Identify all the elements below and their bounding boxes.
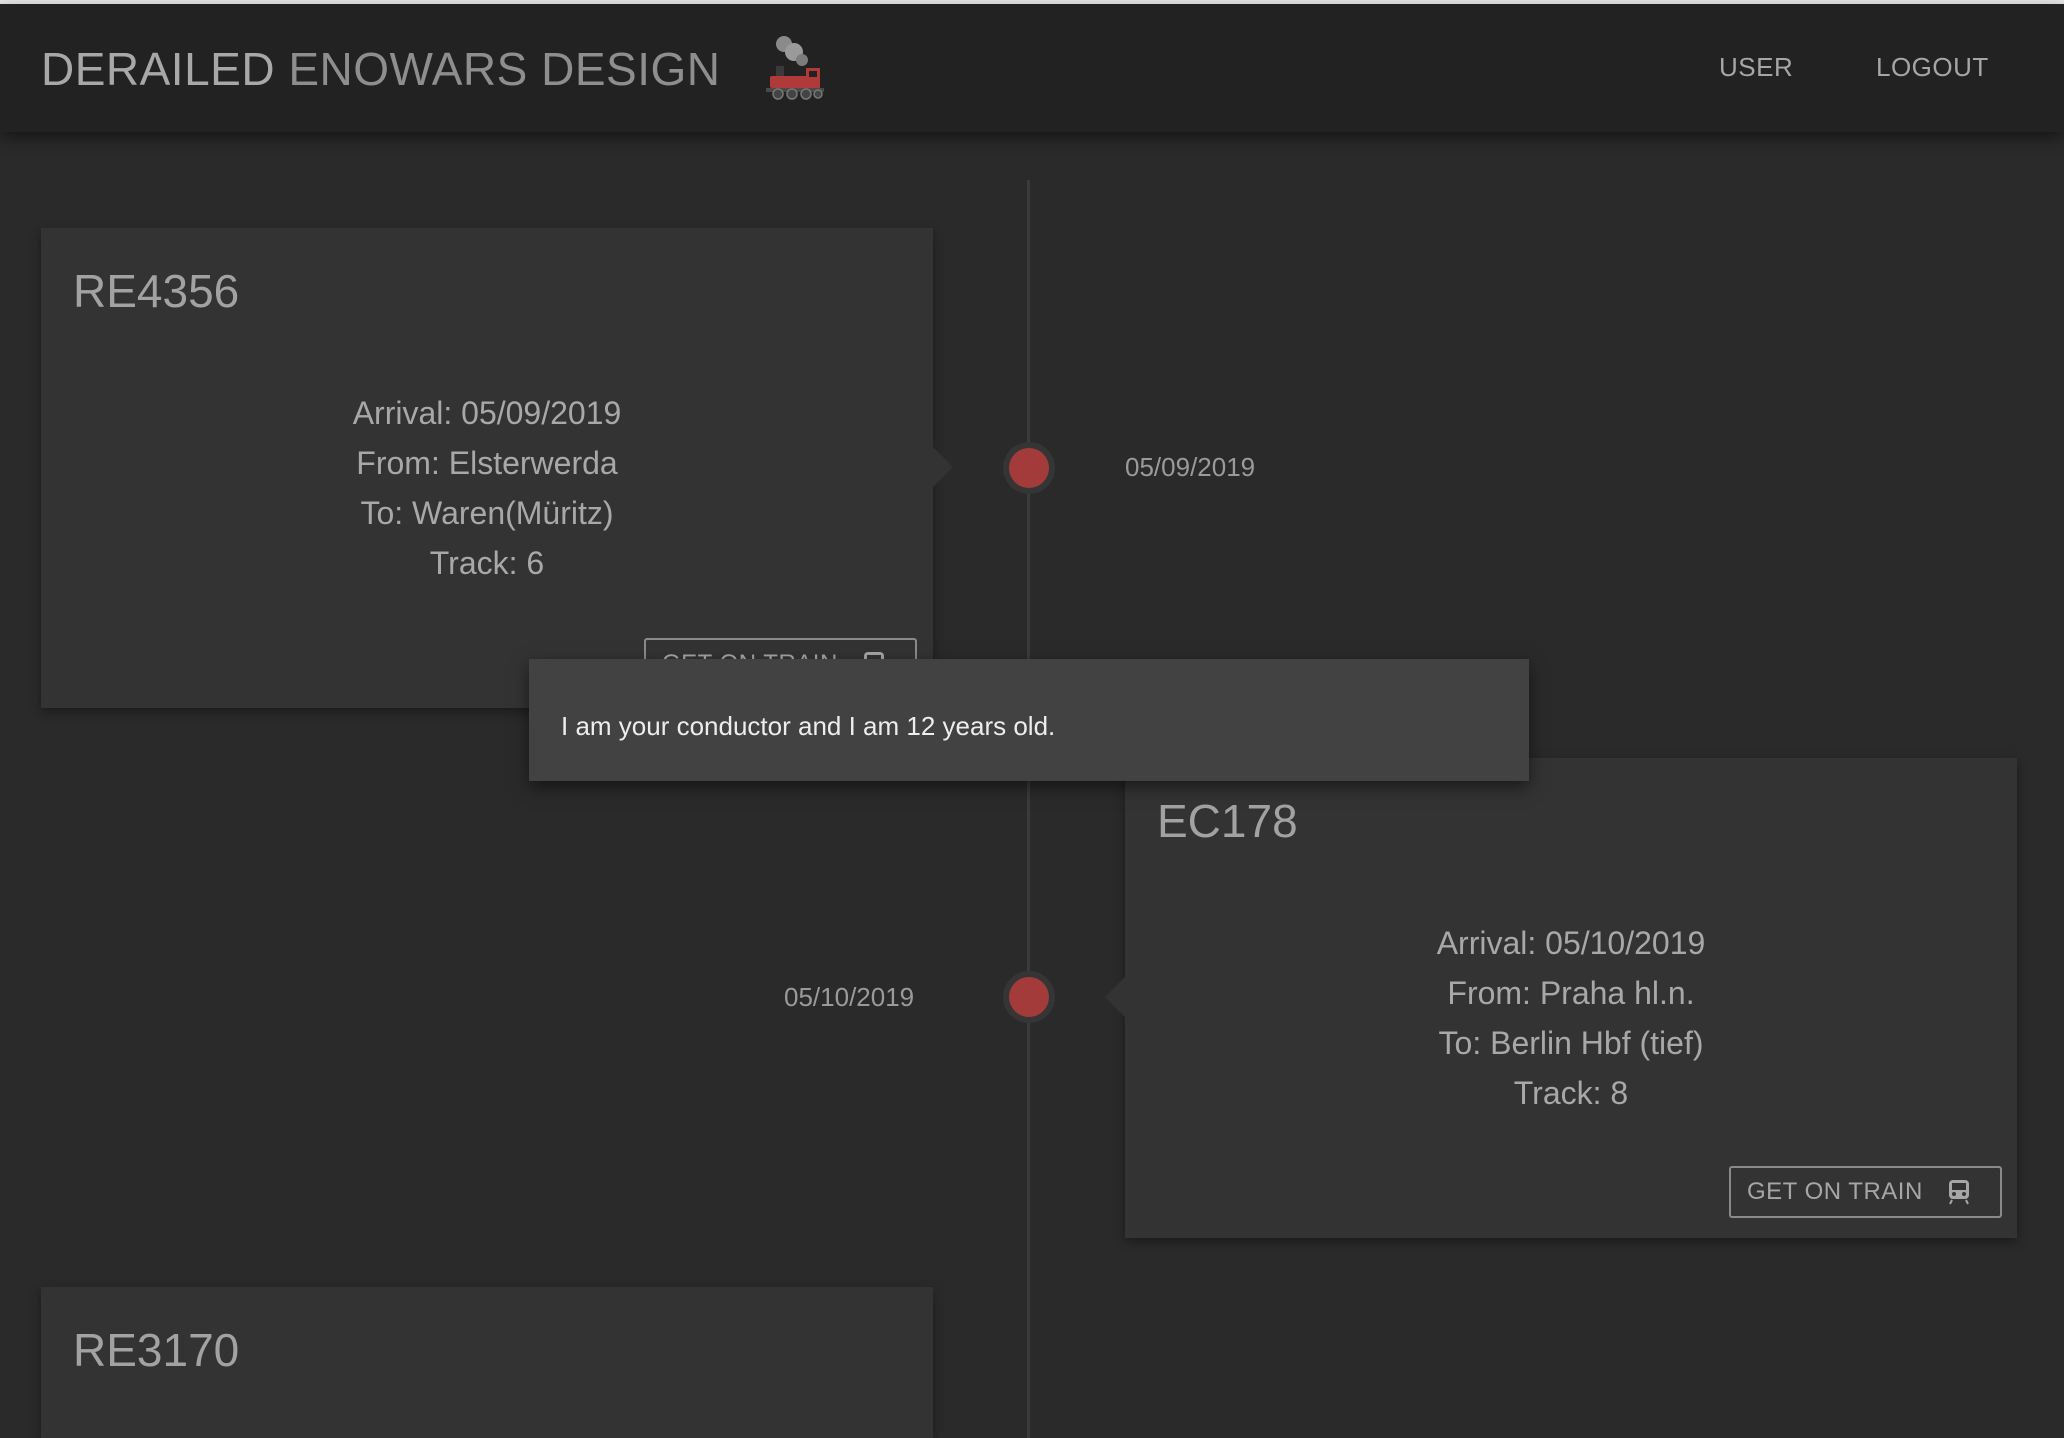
- train-card: RE4356 Arrival: 05/09/2019 From: Elsterw…: [41, 228, 953, 708]
- nav-logout-link[interactable]: LOGOUT: [1876, 52, 1989, 83]
- arrival-text: Arrival: 05/10/2019: [1436, 925, 1706, 961]
- to-text: To: Waren(Müritz): [360, 495, 614, 531]
- arrival-text: Arrival: 05/09/2019: [352, 395, 622, 431]
- timeline-line: [1027, 180, 1030, 1438]
- train-icon: [1948, 1180, 1969, 1205]
- button-label: GET ON TRAIN: [1747, 1178, 1923, 1205]
- brand-title[interactable]: DERAILED ENOWARS DESIGN: [41, 42, 720, 96]
- track-text: Track: 8: [1513, 1075, 1629, 1111]
- from-text: From: Praha hl.n.: [1447, 975, 1695, 1011]
- timeline-date: 05/09/2019: [1125, 452, 1256, 482]
- card-pointer: [933, 447, 953, 487]
- train-details: Arrival: 05/10/2019 From: Praha hl.n. To…: [1125, 918, 2017, 1118]
- nav-user-link[interactable]: USER: [1719, 52, 1793, 83]
- conductor-tooltip: I am your conductor and I am 12 years ol…: [529, 659, 1529, 781]
- brand-strong: DERAILED: [41, 43, 276, 95]
- steam-locomotive-icon: [766, 36, 824, 100]
- get-on-train-button[interactable]: GET ON TRAIN: [1729, 1166, 2002, 1218]
- track-text: Track: 6: [429, 545, 545, 581]
- train-number: RE3170: [73, 1324, 240, 1376]
- train-number: RE4356: [73, 265, 240, 317]
- timeline-dot: [1009, 448, 1049, 488]
- timeline-dot: [1009, 977, 1049, 1017]
- brand-light: ENOWARS DESIGN: [288, 43, 721, 95]
- train-card: RE3170: [41, 1287, 933, 1438]
- card-pointer: [1105, 977, 1125, 1017]
- train-card: EC178 Arrival: 05/10/2019 From: Praha hl…: [1105, 758, 2017, 1238]
- train-details: Arrival: 05/09/2019 From: Elsterwerda To…: [41, 388, 933, 588]
- from-text: From: Elsterwerda: [356, 445, 618, 481]
- app-bar: DERAILED ENOWARS DESIGN USER LOGOUT: [0, 4, 2064, 132]
- train-number: EC178: [1157, 795, 1298, 847]
- to-text: To: Berlin Hbf (tief): [1438, 1025, 1704, 1061]
- timeline-date: 05/10/2019: [784, 982, 915, 1012]
